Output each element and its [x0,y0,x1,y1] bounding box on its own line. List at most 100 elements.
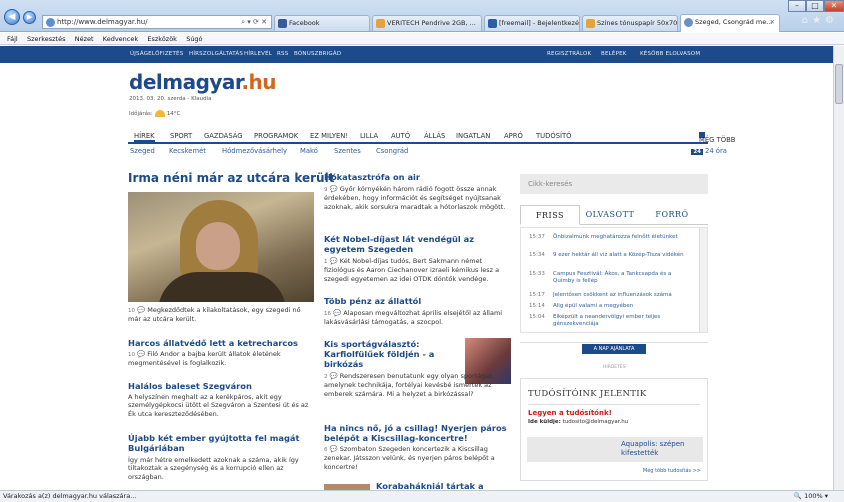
tab-olvasott[interactable]: OLVASOTT [580,205,640,225]
shop-tab-icon [586,19,595,28]
nav-programok[interactable]: PROGRAMOK [254,132,298,140]
h24-label: 24 óra [705,147,727,155]
menu-tools[interactable]: Eszközök [147,33,177,45]
link-register[interactable]: REGISZTRÁLOK [547,46,591,63]
feed-scrollbar[interactable] [699,228,707,332]
site-logo[interactable]: delmagyar.hu [129,70,277,94]
article-title[interactable]: Több pénz az állattól [324,296,510,306]
nav-apro[interactable]: APRÓ [504,132,523,140]
sun-cloud-icon [154,110,165,117]
city-kecskemet[interactable]: Kecskemét [169,147,206,155]
comment-count[interactable]: 9 [324,187,328,193]
feed-time: 15:37 [529,234,545,240]
aquapolis-teaser[interactable]: Aquapolis: szépen kifestették [527,437,703,462]
lead-photo[interactable] [128,192,314,302]
weather[interactable]: Időjárás: 14°C [129,110,180,117]
back-button[interactable]: ◀ [4,9,20,25]
nav-tudosito[interactable]: TUDÓSÍTÓ [536,132,572,140]
nav-lilla[interactable]: LILLA [360,132,378,140]
tab-forro[interactable]: FORRÓ [642,205,702,225]
zoom-control[interactable]: 🔍 100% ▾ [794,491,828,502]
city-csongrad[interactable]: Csongrád [376,147,408,155]
feed-text: Jelentősen csökkent az influenzások szám… [553,292,672,298]
daily-offer-label[interactable]: A NAP AJÁNLATA [582,344,646,354]
menu-file[interactable]: Fájl [7,33,18,45]
link-newsletter[interactable]: HÍRLEVÉL [244,46,272,63]
forward-button[interactable]: ▶ [23,11,36,24]
comment-count[interactable]: 10 [128,352,135,358]
minimize-button[interactable]: – [788,0,806,12]
email-link[interactable]: tudosito@delmagyar.hu [563,419,629,425]
maximize-button[interactable]: □ [806,0,824,12]
link-news-service[interactable]: HÍRSZOLGÁLTATÁS [189,46,243,63]
link-read-later[interactable]: KÉSŐBB ELOLVASOM [640,46,700,63]
search-icon: 🔍 [793,492,802,500]
comment-count[interactable]: 2 [324,374,328,380]
article-title[interactable]: Ha nincs nő, jó a csillag! Nyerjen páros… [324,423,510,443]
address-controls[interactable]: ⌕ ▾ ⟳ ✕ [241,16,267,28]
tab-title: [freemail] - Bejelentkezés... [499,19,580,27]
article-summary: 16 💬 Alaposan megváltozhat április elsej… [324,309,510,327]
close-window-button[interactable]: ✕ [824,0,844,12]
tab-freemail[interactable]: [freemail] - Bejelentkezés... [484,15,580,31]
comment-count[interactable]: 10 [128,308,135,314]
article-title[interactable]: Halálos baleset Szegváron [128,381,314,391]
comment-count[interactable]: 6 [324,447,328,453]
home-icon[interactable]: ⌂ [802,15,812,26]
close-tab-icon[interactable]: ✕ [770,15,775,30]
article-text: Filó Andor a bajba került állatok életén… [128,350,281,368]
article-summary: 10 💬 Filó Andor a bajba került állatok é… [128,350,314,368]
article-title[interactable]: Harcos állatvédő lett a ketrecharcos [128,338,314,348]
zoom-level: 100% [804,492,823,500]
comment-count[interactable]: 16 [324,311,331,317]
page-scrollbar[interactable] [833,46,844,490]
lead-title[interactable]: Irma néni már az utcára került [128,171,334,185]
freemail-tab-icon [488,19,497,28]
become-reporter-link[interactable]: Legyen a tudósítónk! [528,409,612,417]
city-hodmezovasarhely[interactable]: Hódmezővásárhely [222,147,287,155]
tab-friss[interactable]: FRISS [520,205,580,225]
article-text: Alaposan megváltozhat április elsejétől … [324,309,503,327]
h24-link[interactable]: 24 24 óra [691,147,727,155]
link-login[interactable]: BELÉPEK [601,46,627,63]
scrollbar-thumb[interactable] [835,64,843,104]
tab-tonuspapir[interactable]: Színes tónuspapír 50x70 c... [582,15,678,31]
city-mako[interactable]: Makó [300,147,318,155]
photo-face [196,222,240,270]
nav-more[interactable]: MÉG TÖBB [699,132,735,144]
nav-gazdasag[interactable]: GAZDASÁG [204,132,243,140]
link-bonusbrigad[interactable]: BÓNUSZBRIGÁD [294,46,341,63]
article-title[interactable]: Korabahákniál tártak a [376,481,506,490]
favorites-icon[interactable]: ★ [812,15,825,26]
tab-facebook[interactable]: Facebook [274,15,370,31]
comment-count[interactable]: 1 [324,259,328,265]
city-szentes[interactable]: Szentes [334,147,361,155]
feed-text: Campus Fesztivál: Ákos, a Tankcsapda és … [553,271,672,284]
address-bar[interactable]: http://www.delmagyar.hu/ ⌕ ▾ ⟳ ✕ [42,15,272,29]
menu-help[interactable]: Súgó [186,33,202,45]
link-rss[interactable]: RSS [277,46,288,63]
article-title[interactable]: Két Nobel-díjast lát vendégül az egyetem… [324,234,510,254]
nav-sport[interactable]: SPORT [170,132,192,140]
browser-titlebar: ◀ ▶ http://www.delmagyar.hu/ ⌕ ▾ ⟳ ✕ Fac… [0,0,844,32]
tab-delmagyar[interactable]: Szeged, Csongrád me... ✕ [680,14,780,32]
menu-favorites[interactable]: Kedvencek [103,33,138,45]
more-reports-link[interactable]: Még több tudósítás >> [643,468,701,474]
article-title[interactable]: Újabb két ember gyújtotta fel magát Bulg… [128,433,314,453]
nav-allas[interactable]: ÁLLÁS [424,132,445,140]
nav-ingatlan[interactable]: INGATLAN [456,132,490,140]
reporters-box: TUDÓSÍTÓINK JELENTIK Legyen a tudósítónk… [520,378,708,481]
tab-veritech[interactable]: VERITECH Pendrive 2GB, ... [372,15,482,31]
article-search-input[interactable]: Cikk-keresés [520,174,708,194]
menu-view[interactable]: Nézet [75,33,94,45]
link-subscription[interactable]: ÚJSÁGELŐFIZETÉS [130,46,183,63]
city-szeged[interactable]: Szeged [130,147,155,155]
nav-ez-milyen[interactable]: EZ MILYEN! [310,132,348,140]
article-title[interactable]: Hókatasztrófa on air [324,172,510,182]
nav-hirek[interactable]: HÍREK [134,132,155,142]
menu-edit[interactable]: Szerkesztés [27,33,65,45]
settings-gear-icon[interactable]: ⚙ [825,15,838,26]
nav-auto[interactable]: AUTÓ [391,132,410,140]
article-title[interactable]: Kis sportágválasztó: Karfiolfülűek földj… [324,339,460,369]
article-summary: 2 💬 Rendszeresen benutatunk egy olyan sp… [324,372,510,398]
